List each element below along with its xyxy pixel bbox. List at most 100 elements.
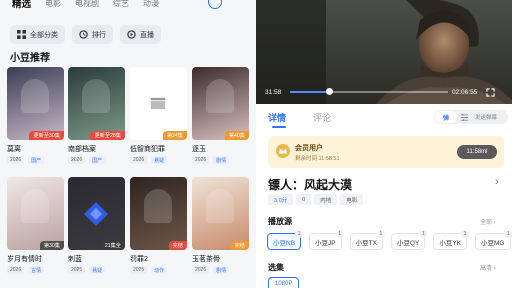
vip-card: 会员用户 剩余时间 11:58:51 11:58ml: [268, 136, 504, 168]
source-count-badge: 1: [376, 230, 385, 238]
danmu-toggle[interactable]: 弹: [435, 111, 457, 123]
score-tag: 3.0分: [268, 194, 294, 205]
year-tag: 2026: [130, 156, 148, 164]
progress-bar[interactable]: [290, 88, 448, 95]
tab-details[interactable]: 详情: [268, 111, 286, 124]
card-title: 玉茗茶骨: [192, 256, 220, 263]
danmu-settings-icon[interactable]: [460, 113, 469, 122]
type-tag: 电影: [340, 194, 364, 205]
poster-card[interactable]: 完结罚罪2 2025 动作: [130, 177, 187, 274]
card-meta: 2025 悬疑: [68, 266, 125, 274]
vip-button[interactable]: 11:58ml: [457, 145, 497, 159]
source-chip[interactable]: 小豆YK 1: [433, 230, 470, 250]
crown-icon: [276, 144, 290, 158]
tab-variety[interactable]: 综艺: [113, 0, 129, 9]
progress-knob[interactable]: [326, 88, 333, 95]
source-chip[interactable]: 小豆QY 1: [390, 230, 428, 250]
year-tag: 2026: [7, 266, 25, 274]
episode-badge: 第24集: [162, 131, 187, 140]
poster-card[interactable]: 第40集 逐玉 2026 剧情: [192, 67, 249, 164]
year-tag: 2026: [7, 156, 25, 164]
vip-title: 会员用户: [295, 145, 323, 152]
genre-tag: 国产: [89, 156, 106, 164]
card-title: 岁月有情时: [7, 256, 42, 263]
region-tag: 内地: [314, 194, 338, 205]
grid-icon: [17, 30, 26, 39]
source-count-badge: 1: [335, 230, 344, 238]
genre-tag: 剧情: [213, 266, 230, 274]
current-time: 31:58: [265, 88, 282, 96]
genre-tag: 言情: [28, 266, 45, 274]
all-categories-label: 全部分类: [30, 31, 58, 39]
source-count-badge: 1: [461, 230, 470, 238]
fullscreen-icon[interactable]: [486, 87, 495, 97]
tab-featured[interactable]: 精选: [12, 0, 31, 10]
poster-image: 21集全: [68, 177, 125, 250]
source-count-badge: 1: [295, 230, 304, 238]
poster-card[interactable]: 21集全刺蓝 2025 悬疑: [68, 177, 125, 274]
year-tag: 2026: [68, 156, 86, 164]
poster-card[interactable]: 第30集岁月有情时 2026 言情: [7, 177, 64, 274]
card-title: 低智商犯罪: [130, 146, 165, 153]
chevron-right-icon[interactable]: ›: [495, 176, 499, 188]
year-tag: 2026: [192, 156, 210, 164]
clapperboard-icon: [150, 97, 166, 110]
episodes-quality-label: 高清: [480, 266, 493, 272]
send-danmu-input[interactable]: 发送弹幕: [475, 113, 497, 121]
detail-panel: 31:58 02:06:55 详情 评论 弹 发送弹幕 会员用户 剩余时间 11…: [256, 0, 512, 288]
year-tag: 2025: [130, 266, 148, 274]
source-label: 小豆NB: [273, 239, 296, 247]
genre-tag: 悬疑: [89, 266, 106, 274]
episode-badge: 更新至28集: [90, 131, 125, 140]
show-meta: 3.0分 0 内地 电影: [268, 194, 364, 205]
poster-card[interactable]: 更新至30集 莫离 2026 国产: [7, 67, 64, 164]
danmu-bar[interactable]: 弹 发送弹幕: [434, 110, 508, 124]
diamond-logo-icon: [84, 202, 108, 226]
tab-movies[interactable]: 电影: [45, 0, 61, 9]
poster-image: 第40集: [192, 67, 249, 140]
year-tag: 2025: [68, 266, 86, 274]
search-icon[interactable]: [208, 0, 222, 9]
poster-card[interactable]: 第24集低智商犯罪 2026 悬疑: [130, 67, 187, 164]
source-count-badge: 1: [419, 230, 428, 238]
episode-badge: 第30集: [39, 241, 64, 250]
card-title: 刺蓝: [68, 256, 82, 263]
poster-card[interactable]: 完结 玉茗茶骨 2026 剧情: [192, 177, 249, 274]
card-title: 罚罪2: [130, 256, 148, 263]
sources-all-label: 全部: [480, 220, 493, 226]
source-label: 小豆MG: [481, 239, 505, 247]
source-count-badge: 1: [504, 230, 512, 238]
ranking-button[interactable]: 排行: [72, 25, 113, 44]
poster-image: 完结: [130, 177, 187, 250]
poster-image: 完结: [192, 177, 249, 250]
episode-badge: 完结: [230, 241, 249, 250]
genre-tag: 悬疑: [151, 156, 168, 164]
video-player[interactable]: 31:58 02:06:55: [256, 0, 512, 104]
live-button[interactable]: 直播: [120, 25, 161, 44]
genre-tag: 动作: [151, 266, 168, 274]
sources-all-link[interactable]: 全部 ›: [480, 217, 496, 226]
source-chip[interactable]: 小豆MG 1: [475, 230, 512, 250]
all-categories-button[interactable]: 全部分类: [10, 25, 65, 44]
source-label: 小豆QY: [396, 239, 420, 247]
episode-badge: 21集全: [100, 241, 125, 250]
poster-image: 更新至28集: [68, 67, 125, 140]
episodes-quality-link[interactable]: 高清 ›: [480, 263, 496, 272]
active-tab-indicator: [272, 126, 286, 128]
card-meta: 2026 言情: [7, 266, 64, 274]
tab-tv[interactable]: 电视剧: [75, 0, 99, 9]
tab-comments[interactable]: 评论: [313, 111, 331, 124]
source-label: 小豆TX: [355, 239, 377, 247]
source-chip[interactable]: 小豆JP 1: [309, 230, 344, 250]
episode-chip[interactable]: 1080P: [268, 277, 300, 288]
source-chip[interactable]: 小豆TX 1: [349, 230, 385, 250]
source-chip[interactable]: 小豆NB 1: [267, 230, 304, 250]
recommend-section-title: 小豆推荐: [10, 53, 50, 64]
tab-anime[interactable]: 动漫: [143, 0, 159, 9]
card-meta: 2026 剧情: [192, 156, 249, 164]
poster-card[interactable]: 更新至28集 南部档案 2026 国产: [68, 67, 125, 164]
vip-remaining-time: 剩余时间 11:58:51: [295, 156, 340, 162]
episode-badge: 第40集: [224, 131, 249, 140]
poster-image: 第30集: [7, 177, 64, 250]
poster-image: 第24集: [130, 67, 187, 140]
